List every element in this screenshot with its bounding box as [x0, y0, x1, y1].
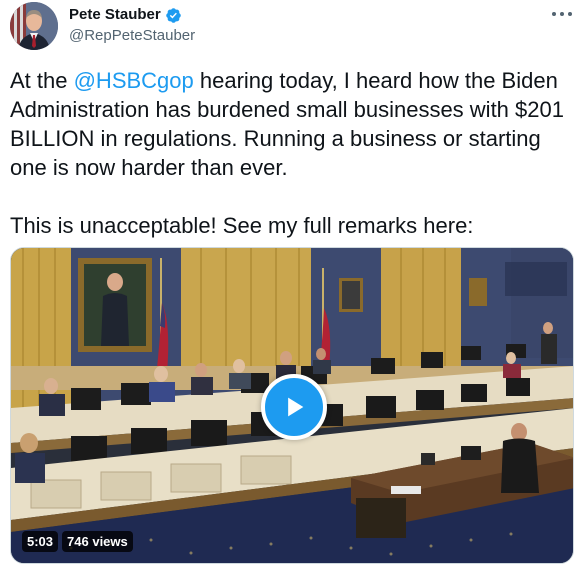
play-icon: [288, 397, 304, 417]
tweet-text: At the @HSBCgop hearing today, I heard h…: [10, 66, 576, 240]
video-player[interactable]: 5:03 746 views: [10, 247, 574, 564]
name-row: Pete Stauber: [69, 6, 195, 24]
play-button[interactable]: [261, 374, 327, 440]
verified-badge-icon: [165, 7, 181, 23]
tweet-paragraph-1: At the @HSBCgop hearing today, I heard h…: [10, 66, 576, 182]
video-badges: 5:03 746 views: [22, 531, 133, 552]
tweet[interactable]: Pete Stauber @RepPeteStauber At the @HSB…: [0, 0, 586, 570]
author-block: Pete Stauber @RepPeteStauber: [69, 6, 195, 45]
more-options-icon[interactable]: [552, 8, 572, 20]
video-views: 746 views: [62, 531, 133, 552]
tweet-text-part1: At the: [10, 68, 74, 93]
avatar[interactable]: [10, 2, 58, 50]
handle[interactable]: @RepPeteStauber: [69, 27, 195, 45]
display-name[interactable]: Pete Stauber: [69, 6, 161, 24]
tweet-paragraph-2: This is unacceptable! See my full remark…: [10, 213, 474, 238]
video-duration: 5:03: [22, 531, 59, 552]
mention-link[interactable]: @HSBCgop: [74, 68, 194, 93]
